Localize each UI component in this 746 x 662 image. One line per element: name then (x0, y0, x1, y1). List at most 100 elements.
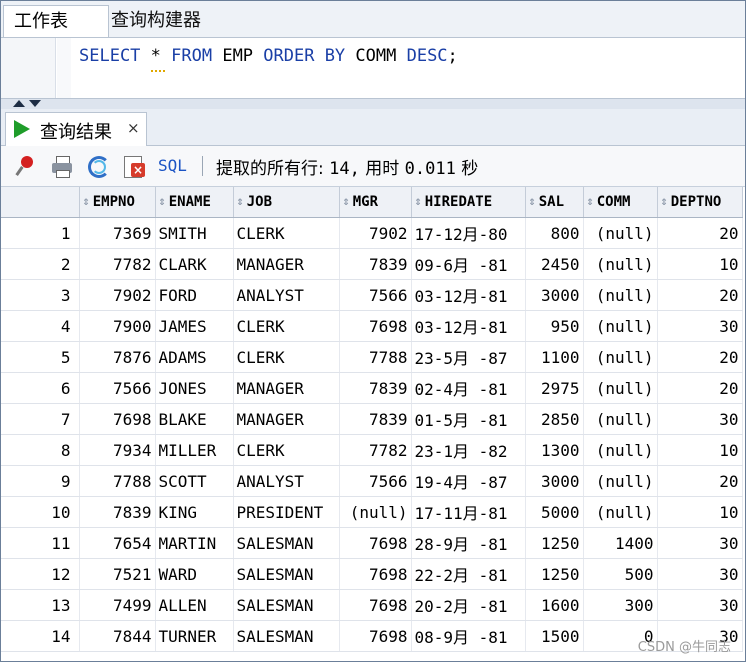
table-cell[interactable]: 7369 (79, 217, 156, 249)
table-cell[interactable]: CLERK (233, 434, 340, 466)
table-cell[interactable]: 23-1月 -82 (411, 434, 526, 466)
table-cell[interactable]: (null) (583, 496, 658, 528)
table-cell[interactable]: 10 (657, 248, 743, 280)
table-cell[interactable]: 7566 (339, 279, 412, 311)
table-cell[interactable]: (null) (583, 217, 658, 249)
table-cell[interactable]: 7698 (339, 527, 412, 559)
table-cell[interactable]: MANAGER (233, 403, 340, 435)
table-cell[interactable]: (null) (583, 341, 658, 373)
table-cell[interactable]: 2450 (525, 248, 584, 280)
table-cell[interactable]: 23-5月 -87 (411, 341, 526, 373)
table-cell[interactable]: 7698 (339, 558, 412, 590)
column-header-mgr[interactable]: ⇕ MGR (339, 187, 412, 218)
table-row[interactable]: 3 7902 FORD ANALYST 7566 03-12月-81 3000 (null) 2… (1, 279, 743, 311)
table-cell[interactable]: 20 (657, 465, 743, 497)
print-icon[interactable] (51, 155, 73, 178)
table-cell[interactable]: SALESMAN (233, 558, 340, 590)
table-cell[interactable]: MARTIN (155, 527, 234, 559)
table-cell[interactable]: 2850 (525, 403, 584, 435)
row-number[interactable]: 10 (1, 496, 80, 528)
row-number[interactable]: 12 (1, 558, 80, 590)
table-cell[interactable]: ADAMS (155, 341, 234, 373)
table-row[interactable]: 13 7499 ALLEN SALESMAN 7698 20-2月 -81 1600 300 3… (1, 589, 743, 621)
table-cell[interactable]: (null) (583, 403, 658, 435)
table-cell[interactable]: 17-12月-80 (411, 217, 526, 249)
row-number[interactable]: 4 (1, 310, 80, 342)
table-cell[interactable]: 1600 (525, 589, 584, 621)
table-cell[interactable]: WARD (155, 558, 234, 590)
row-number[interactable]: 1 (1, 217, 80, 249)
table-cell[interactable]: 7839 (339, 372, 412, 404)
table-cell[interactable]: 7902 (339, 217, 412, 249)
table-cell[interactable]: 7900 (79, 310, 156, 342)
table-row[interactable]: 2 7782 CLARK MANAGER 7839 09-6月 -81 2450 (null)… (1, 248, 743, 280)
table-cell[interactable]: 03-12月-81 (411, 279, 526, 311)
column-header-deptno[interactable]: ⇕ DEPTNO (657, 187, 743, 218)
row-number[interactable]: 7 (1, 403, 80, 435)
table-row[interactable]: 11 7654 MARTIN SALESMAN 7698 28-9月 -81 1250 140… (1, 527, 743, 559)
table-cell[interactable]: 7499 (79, 589, 156, 621)
table-cell[interactable]: 7654 (79, 527, 156, 559)
close-icon[interactable]: × (127, 119, 140, 137)
table-cell[interactable]: MANAGER (233, 372, 340, 404)
table-cell[interactable]: 1500 (525, 620, 584, 652)
table-cell[interactable]: (null) (583, 465, 658, 497)
table-cell[interactable]: SMITH (155, 217, 234, 249)
table-cell[interactable]: 3000 (525, 279, 584, 311)
table-cell[interactable]: 7839 (79, 496, 156, 528)
table-cell[interactable]: 7844 (79, 620, 156, 652)
table-cell[interactable]: 28-9月 -81 (411, 527, 526, 559)
table-cell[interactable]: (null) (583, 248, 658, 280)
table-cell[interactable]: 7698 (339, 620, 412, 652)
refresh-icon[interactable] (87, 155, 110, 178)
sql-button[interactable]: SQL (158, 156, 187, 175)
table-cell[interactable]: CLERK (233, 310, 340, 342)
table-cell[interactable]: JONES (155, 372, 234, 404)
table-cell[interactable]: KING (155, 496, 234, 528)
table-cell[interactable]: 7839 (339, 248, 412, 280)
table-cell[interactable]: CLARK (155, 248, 234, 280)
table-row[interactable]: 8 7934 MILLER CLERK 7782 23-1月 -82 1300 (null) 1… (1, 434, 743, 466)
table-cell[interactable]: 7934 (79, 434, 156, 466)
table-row[interactable]: 5 7876 ADAMS CLERK 7788 23-5月 -87 1100 (null) 20 (1, 341, 743, 373)
results-grid[interactable]: ⇕ EMPNO ⇕ ENAME ⇕ JOB ⇕ MGR ⇕ HIREDATE ⇕ SAL ⇕ COMM ⇕ D… (1, 187, 745, 652)
table-cell[interactable]: 1100 (525, 341, 584, 373)
row-number[interactable]: 5 (1, 341, 80, 373)
row-number[interactable]: 2 (1, 248, 80, 280)
table-cell[interactable]: 7782 (79, 248, 156, 280)
table-row[interactable]: 9 7788 SCOTT ANALYST 7566 19-4月 -87 3000 (null)… (1, 465, 743, 497)
sql-editor[interactable]: SELECT * FROM EMP ORDER BY COMM DESC; (1, 38, 745, 98)
table-cell[interactable]: 7876 (79, 341, 156, 373)
table-cell[interactable]: 02-4月 -81 (411, 372, 526, 404)
table-cell[interactable]: 20 (657, 279, 743, 311)
row-number[interactable]: 13 (1, 589, 80, 621)
table-cell[interactable]: MANAGER (233, 248, 340, 280)
table-cell[interactable]: 7788 (79, 465, 156, 497)
table-cell[interactable]: 7698 (339, 589, 412, 621)
table-cell[interactable]: ANALYST (233, 465, 340, 497)
table-row[interactable]: 4 7900 JAMES CLERK 7698 03-12月-81 950 (null) 30 (1, 310, 743, 342)
table-cell[interactable]: 10 (657, 434, 743, 466)
table-cell[interactable]: SALESMAN (233, 589, 340, 621)
tab-worksheet[interactable]: 工作表 (3, 5, 109, 37)
table-cell[interactable]: 7566 (79, 372, 156, 404)
sort-icon[interactable]: ⇕ (343, 194, 350, 208)
table-cell[interactable]: 30 (657, 310, 743, 342)
table-cell[interactable]: CLERK (233, 217, 340, 249)
table-cell[interactable]: (null) (339, 496, 412, 528)
table-cell[interactable]: 7521 (79, 558, 156, 590)
table-cell[interactable]: 7698 (339, 310, 412, 342)
column-header-empno[interactable]: ⇕ EMPNO (79, 187, 156, 218)
column-header-ename[interactable]: ⇕ ENAME (155, 187, 234, 218)
row-number[interactable]: 8 (1, 434, 80, 466)
row-number[interactable]: 11 (1, 527, 80, 559)
table-cell[interactable]: 30 (657, 589, 743, 621)
table-cell[interactable]: 7782 (339, 434, 412, 466)
table-cell[interactable]: 800 (525, 217, 584, 249)
table-cell[interactable]: 30 (657, 558, 743, 590)
row-number[interactable]: 9 (1, 465, 80, 497)
table-cell[interactable]: CLERK (233, 341, 340, 373)
table-cell[interactable]: 7788 (339, 341, 412, 373)
table-row[interactable]: 7 7698 BLAKE MANAGER 7839 01-5月 -81 2850 (null)… (1, 403, 743, 435)
row-number[interactable]: 6 (1, 372, 80, 404)
